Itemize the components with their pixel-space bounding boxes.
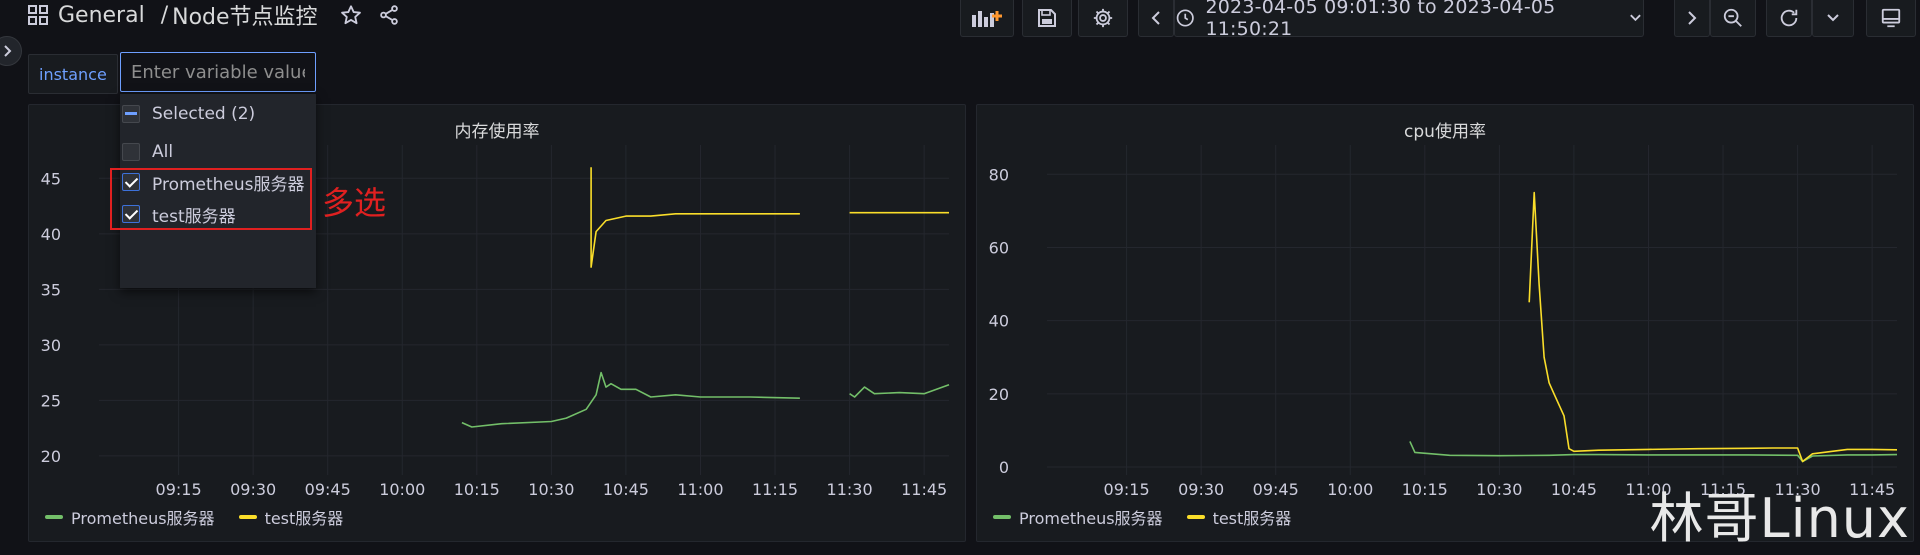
y-tick-label: 45 [41,169,61,188]
monitor-icon [1881,8,1901,28]
option-all[interactable]: All [120,138,173,166]
x-tick-label: 09:30 [230,480,276,499]
refresh-icon [1780,9,1798,27]
time-range-picker[interactable]: 2023-04-05 09:01:30 to 2023-04-05 11:50:… [1174,0,1644,40]
y-tick-label: 20 [989,385,1009,404]
cpu-chart[interactable]: 80 60 40 20 0 09:15 09:30 09:45 10:00 10:15 10:30 1… [977,105,1913,505]
checkbox-mixed-icon [122,105,140,123]
x-tick-label: 10:00 [379,480,425,499]
legend-item[interactable]: test服务器 [1186,505,1292,529]
y-tick-label: 25 [41,391,61,410]
chevron-right-icon [4,45,12,57]
dashboard-settings-button[interactable] [1078,0,1128,37]
chevron-down-icon [1630,14,1641,22]
y-tick-label: 0 [999,458,1009,477]
y-tick-label: 40 [41,225,61,244]
star-icon[interactable] [340,4,362,26]
x-tick-label: 10:45 [1551,480,1597,499]
series-line-test[interactable] [590,167,800,268]
y-tick-label: 30 [41,336,61,355]
dashboard-title[interactable]: Node节点监控 [172,0,317,31]
legend-swatch [45,515,63,519]
y-tick-label: 40 [989,312,1009,331]
legend-item[interactable]: Prometheus服务器 [45,505,215,529]
option-selected-toggle[interactable]: Selected (2) [120,100,255,128]
folder-link[interactable]: General [58,3,145,28]
series-line-prometheus[interactable] [1409,441,1898,463]
legend-label: test服务器 [1212,509,1292,528]
y-tick-label: 35 [41,280,61,299]
breadcrumb: General / Node节点监控 [28,0,400,30]
x-tick-label: 11:15 [752,480,798,499]
x-tick-label: 09:45 [1253,480,1299,499]
legend-swatch [1186,515,1205,519]
legend-label: Prometheus服务器 [1019,509,1163,528]
legend-swatch [238,515,257,519]
x-tick-label: 10:30 [528,480,574,499]
y-tick-label: 80 [989,165,1009,184]
legend-label: Prometheus服务器 [71,509,215,528]
time-shift-forward-button[interactable] [1674,0,1710,37]
dashboards-grid-icon[interactable] [28,5,48,25]
x-tick-label: 11:30 [827,480,873,499]
chevron-down-icon [1827,14,1839,22]
y-tick-label: 60 [989,238,1009,257]
x-tick-label: 11:45 [901,480,947,499]
x-tick-label: 10:30 [1476,480,1522,499]
gear-icon [1093,8,1113,28]
legend-label: test服务器 [264,509,344,528]
x-tick-label: 09:15 [156,480,202,499]
zoom-out-icon [1723,8,1742,27]
zoom-out-button[interactable] [1710,0,1756,37]
x-tick-label: 09:30 [1178,480,1224,499]
share-icon[interactable] [378,4,400,26]
sidebar-expand-button[interactable] [0,36,22,66]
x-tick-label: 10:00 [1327,480,1373,499]
x-tick-label: 10:15 [454,480,500,499]
legend: Prometheus服务器 test服务器 [993,505,1305,529]
tv-mode-button[interactable] [1866,0,1916,37]
option-label: Selected (2) [152,104,256,124]
clock-icon [1176,9,1194,27]
x-tick-label: 10:45 [603,480,649,499]
x-tick-label: 10:15 [1402,480,1448,499]
save-icon [1038,9,1056,27]
y-tick-label: 20 [41,447,61,466]
legend-item[interactable]: Prometheus服务器 [993,505,1163,529]
option-label: All [152,142,174,162]
series-line-test[interactable] [1528,191,1898,463]
add-panel-icon [972,11,1002,27]
variable-label: instance [28,54,118,94]
chevron-right-icon [1688,11,1697,25]
x-tick-label: 11:00 [677,480,723,499]
add-panel-button[interactable] [960,0,1014,37]
x-tick-label: 09:15 [1104,480,1150,499]
chevron-left-icon [1151,11,1160,25]
legend: Prometheus服务器 test服务器 [45,505,357,529]
save-dashboard-button[interactable] [1022,0,1072,37]
series-line-prometheus[interactable] [461,371,800,428]
time-shift-back-button[interactable] [1138,0,1174,37]
watermark: 林哥Linux [1649,487,1910,550]
time-range-text: 2023-04-05 09:01:30 to 2023-04-05 11:50:… [1205,0,1556,40]
checkbox-icon [122,143,140,161]
x-tick-label: 09:45 [305,480,351,499]
refresh-interval-picker[interactable] [1812,0,1854,37]
annotation-text: 多选 [322,184,387,222]
breadcrumb-separator: / [160,2,169,28]
refresh-button[interactable] [1766,0,1812,37]
legend-swatch [993,515,1011,519]
variable-value-input[interactable] [120,52,316,92]
series-line-prometheus[interactable] [849,384,950,398]
legend-item[interactable]: test服务器 [238,505,344,529]
annotation-highlight-box [110,168,312,230]
